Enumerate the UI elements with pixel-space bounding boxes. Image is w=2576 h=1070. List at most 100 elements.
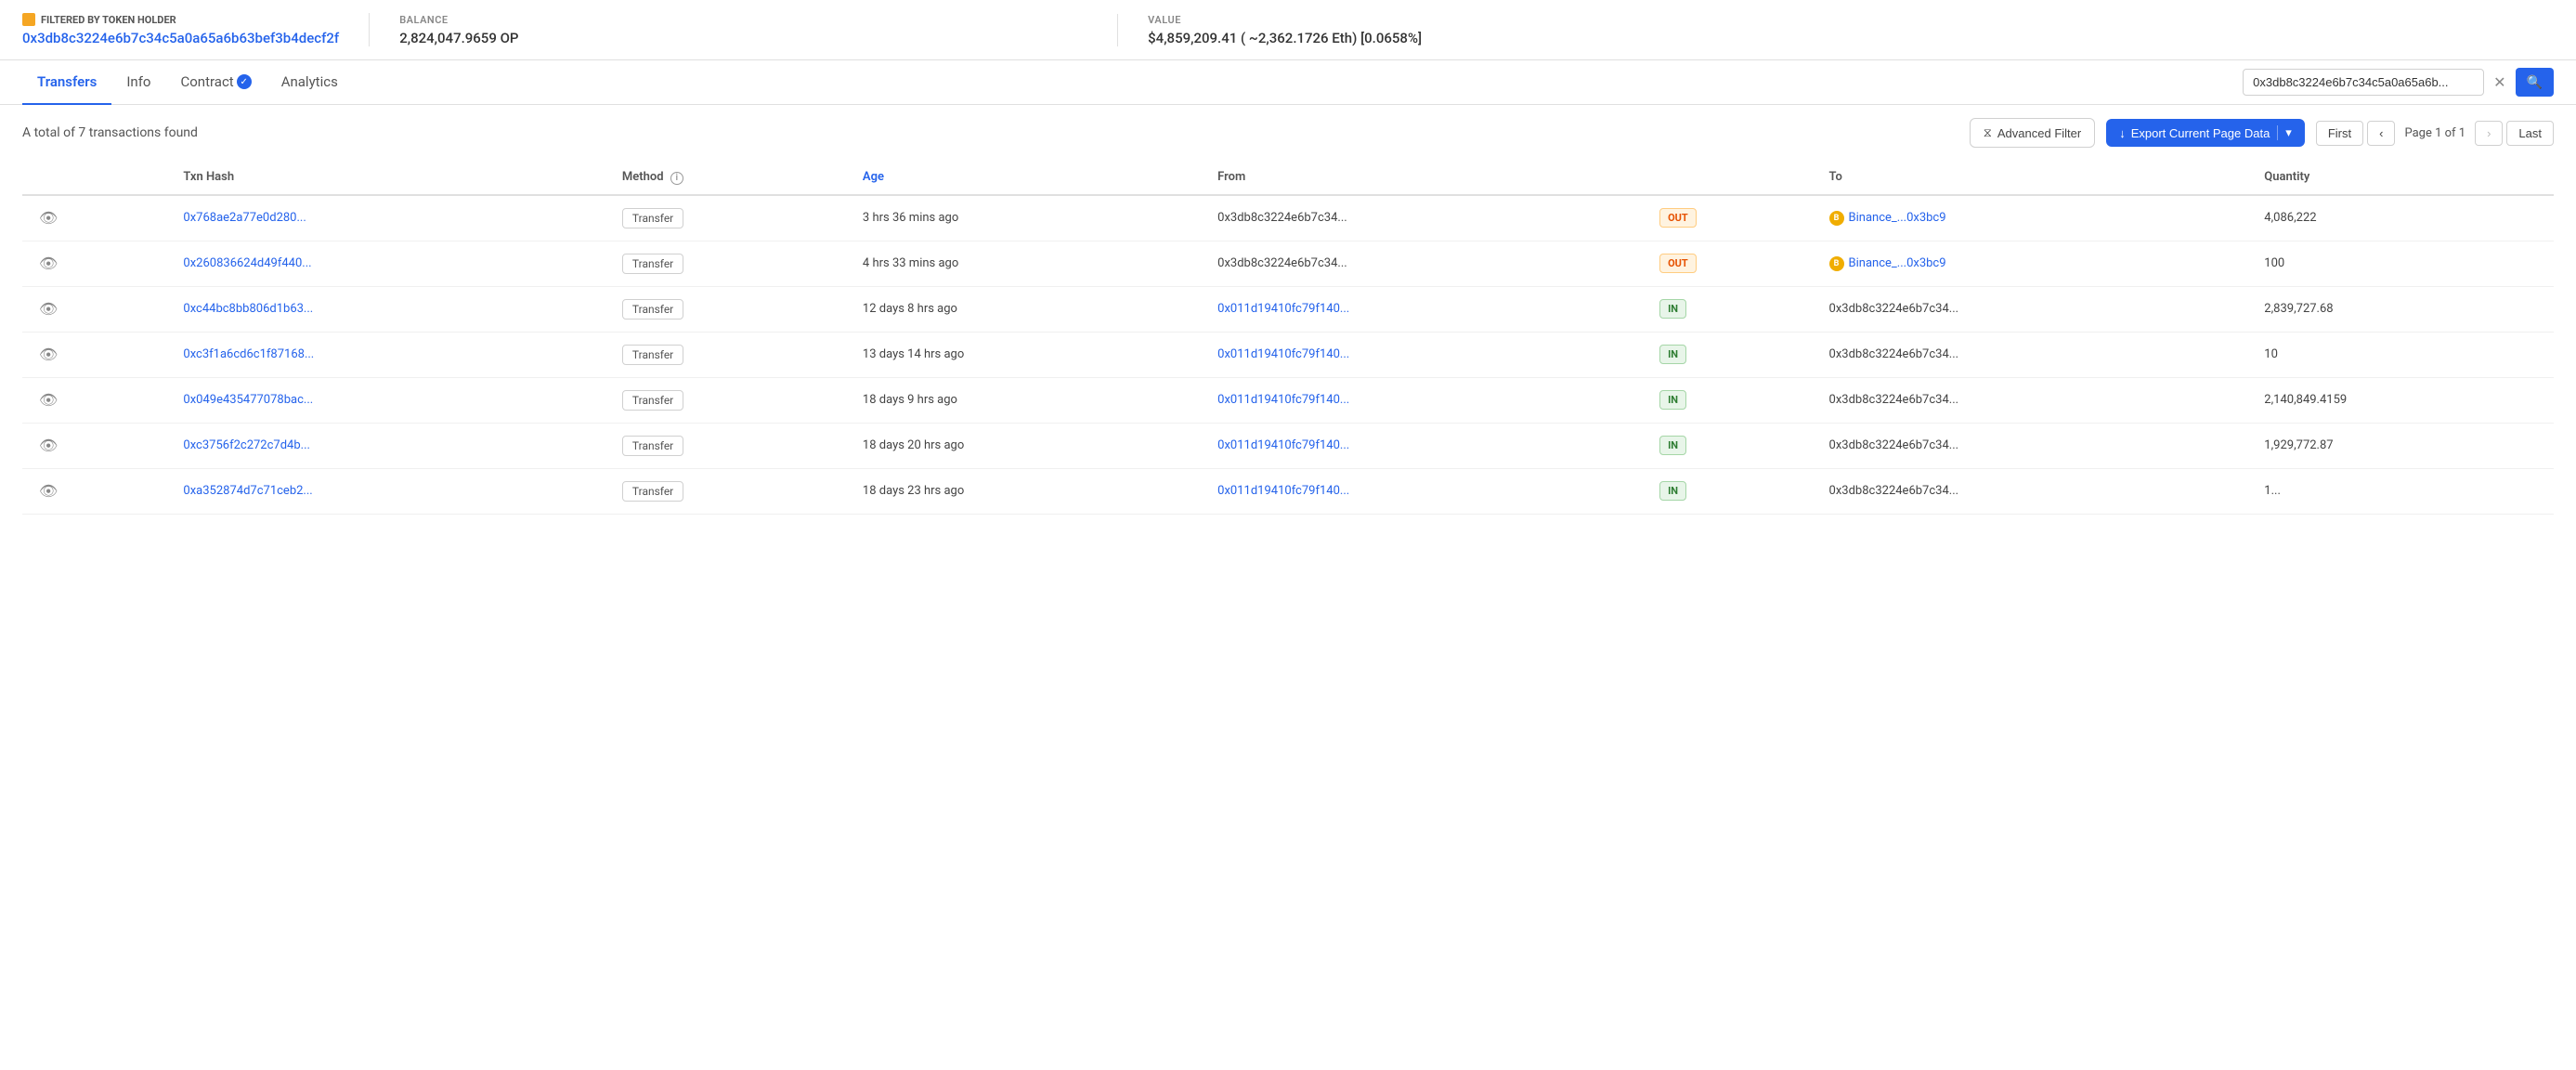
txn-hash-link[interactable]: 0x049e435477078bac... bbox=[183, 393, 313, 407]
txn-hash-cell: 0xc3f1a6cd6c1f87168... bbox=[172, 332, 610, 377]
quantity-cell: 100 bbox=[2253, 241, 2554, 286]
table-row: 👁 0xc44bc8bb806d1b63... Transfer 12 days… bbox=[22, 286, 2554, 332]
method-cell: Transfer bbox=[611, 377, 852, 423]
token-dot-icon bbox=[22, 13, 35, 26]
eye-button[interactable]: 👁 bbox=[33, 344, 63, 366]
export-button[interactable]: ↓ Export Current Page Data ▾ bbox=[2106, 119, 2305, 147]
search-icon: 🔍 bbox=[2527, 74, 2543, 89]
txn-hash-cell: 0xc44bc8bb806d1b63... bbox=[172, 286, 610, 332]
to-address: 0x3db8c3224e6b7c34... bbox=[1829, 484, 1959, 498]
eye-cell: 👁 bbox=[22, 332, 172, 377]
eye-button[interactable]: 👁 bbox=[33, 480, 63, 502]
to-cell: 0x3db8c3224e6b7c34... bbox=[1818, 423, 2254, 468]
col-quantity: Quantity bbox=[2253, 161, 2554, 195]
to-cell: 0x3db8c3224e6b7c34... bbox=[1818, 468, 2254, 514]
method-cell: Transfer bbox=[611, 195, 852, 241]
eye-button[interactable]: 👁 bbox=[33, 253, 63, 275]
eye-cell: 👁 bbox=[22, 241, 172, 286]
age-cell: 18 days 9 hrs ago bbox=[852, 377, 1206, 423]
pagination-page-info: Page 1 of 1 bbox=[2399, 126, 2471, 140]
method-cell: Transfer bbox=[611, 423, 852, 468]
pagination-next-button[interactable]: › bbox=[2475, 121, 2503, 146]
direction-cell: OUT bbox=[1648, 195, 1817, 241]
value-section: VALUE $4,859,209.41 ( ~2,362.1726 Eth) [… bbox=[1118, 14, 2554, 46]
search-input[interactable] bbox=[2243, 69, 2484, 96]
quantity-cell: 10 bbox=[2253, 332, 2554, 377]
eye-cell: 👁 bbox=[22, 377, 172, 423]
eye-cell: 👁 bbox=[22, 195, 172, 241]
txn-hash-link[interactable]: 0x768ae2a77e0d280... bbox=[183, 211, 306, 225]
txn-hash-link[interactable]: 0x260836624d49f440... bbox=[183, 256, 311, 270]
table-row: 👁 0x260836624d49f440... Transfer 4 hrs 3… bbox=[22, 241, 2554, 286]
method-badge: Transfer bbox=[622, 208, 683, 228]
eye-button[interactable]: 👁 bbox=[33, 207, 63, 229]
to-cell: B Binance_...0x3bc9 bbox=[1818, 195, 2254, 241]
balance-label: BALANCE bbox=[399, 14, 1087, 26]
direction-cell: IN bbox=[1648, 332, 1817, 377]
from-cell: 0x3db8c3224e6b7c34... bbox=[1206, 241, 1648, 286]
method-badge: Transfer bbox=[622, 254, 683, 274]
quantity-cell: 1... bbox=[2253, 468, 2554, 514]
eye-button[interactable]: 👁 bbox=[33, 298, 63, 320]
eye-button[interactable]: 👁 bbox=[33, 435, 63, 457]
from-address-link[interactable]: 0x011d19410fc79f140... bbox=[1217, 347, 1349, 361]
from-address: 0x3db8c3224e6b7c34... bbox=[1217, 256, 1347, 270]
tab-contract[interactable]: Contract ✓ bbox=[165, 60, 266, 105]
token-holder-address[interactable]: 0x3db8c3224e6b7c34c5a0a65a6b63bef3b4decf… bbox=[22, 30, 339, 46]
direction-badge: IN bbox=[1659, 390, 1686, 410]
col-age: Age bbox=[852, 161, 1206, 195]
from-address: 0x3db8c3224e6b7c34... bbox=[1217, 211, 1347, 225]
pagination-first-button[interactable]: First bbox=[2316, 121, 2363, 146]
eye-cell: 👁 bbox=[22, 468, 172, 514]
method-badge: Transfer bbox=[622, 345, 683, 365]
table-row: 👁 0xa352874d7c71ceb2... Transfer 18 days… bbox=[22, 468, 2554, 514]
from-address-link[interactable]: 0x011d19410fc79f140... bbox=[1217, 438, 1349, 452]
from-address-link[interactable]: 0x011d19410fc79f140... bbox=[1217, 302, 1349, 316]
binance-icon: B bbox=[1829, 256, 1844, 271]
direction-cell: IN bbox=[1648, 286, 1817, 332]
to-address: 0x3db8c3224e6b7c34... bbox=[1829, 347, 1959, 361]
search-button[interactable]: 🔍 bbox=[2516, 68, 2554, 97]
txn-hash-link[interactable]: 0xc3f1a6cd6c1f87168... bbox=[183, 347, 314, 361]
tab-info[interactable]: Info bbox=[111, 60, 165, 105]
txn-hash-cell: 0x260836624d49f440... bbox=[172, 241, 610, 286]
from-cell: 0x3db8c3224e6b7c34... bbox=[1206, 195, 1648, 241]
eye-button[interactable]: 👁 bbox=[33, 389, 63, 411]
eye-cell: 👁 bbox=[22, 286, 172, 332]
from-address-link[interactable]: 0x011d19410fc79f140... bbox=[1217, 393, 1349, 407]
table-body: 👁 0x768ae2a77e0d280... Transfer 3 hrs 36… bbox=[22, 195, 2554, 515]
toolbar: A total of 7 transactions found ⧖ Advanc… bbox=[0, 105, 2576, 161]
method-cell: Transfer bbox=[611, 332, 852, 377]
method-badge: Transfer bbox=[622, 436, 683, 456]
search-clear-button[interactable]: ✕ bbox=[2488, 70, 2511, 96]
from-address-link[interactable]: 0x011d19410fc79f140... bbox=[1217, 484, 1349, 498]
token-holder-section: FILTERED BY TOKEN HOLDER 0x3db8c3224e6b7… bbox=[22, 13, 370, 46]
tab-transfers[interactable]: Transfers bbox=[22, 60, 111, 105]
tabs-row: Transfers Info Contract ✓ Analytics ✕ 🔍 bbox=[0, 60, 2576, 105]
pagination-prev-button[interactable]: ‹ bbox=[2367, 121, 2395, 146]
age-cell: 12 days 8 hrs ago bbox=[852, 286, 1206, 332]
to-binance-link[interactable]: B Binance_...0x3bc9 bbox=[1829, 211, 2243, 226]
top-banner: FILTERED BY TOKEN HOLDER 0x3db8c3224e6b7… bbox=[0, 0, 2576, 60]
balance-section: BALANCE 2,824,047.9659 OP bbox=[370, 14, 1118, 46]
method-info-icon[interactable]: i bbox=[670, 172, 683, 185]
txn-hash-link[interactable]: 0xc3756f2c272c7d4b... bbox=[183, 438, 310, 452]
to-cell: 0x3db8c3224e6b7c34... bbox=[1818, 377, 2254, 423]
verified-icon: ✓ bbox=[237, 74, 252, 89]
method-cell: Transfer bbox=[611, 468, 852, 514]
table-row: 👁 0xc3756f2c272c7d4b... Transfer 18 days… bbox=[22, 423, 2554, 468]
to-binance-link[interactable]: B Binance_...0x3bc9 bbox=[1829, 256, 2243, 271]
txn-hash-link[interactable]: 0xa352874d7c71ceb2... bbox=[183, 484, 312, 498]
age-cell: 13 days 14 hrs ago bbox=[852, 332, 1206, 377]
direction-cell: IN bbox=[1648, 423, 1817, 468]
token-holder-label: FILTERED BY TOKEN HOLDER bbox=[22, 13, 339, 26]
advanced-filter-button[interactable]: ⧖ Advanced Filter bbox=[1970, 118, 2095, 148]
txn-hash-link[interactable]: 0xc44bc8bb806d1b63... bbox=[183, 302, 313, 316]
total-transactions-text: A total of 7 transactions found bbox=[22, 125, 1958, 140]
pagination-last-button[interactable]: Last bbox=[2506, 121, 2554, 146]
tab-analytics[interactable]: Analytics bbox=[267, 60, 353, 105]
direction-badge: IN bbox=[1659, 481, 1686, 501]
col-method: Method i bbox=[611, 161, 852, 195]
binance-icon: B bbox=[1829, 211, 1844, 226]
method-badge: Transfer bbox=[622, 299, 683, 320]
